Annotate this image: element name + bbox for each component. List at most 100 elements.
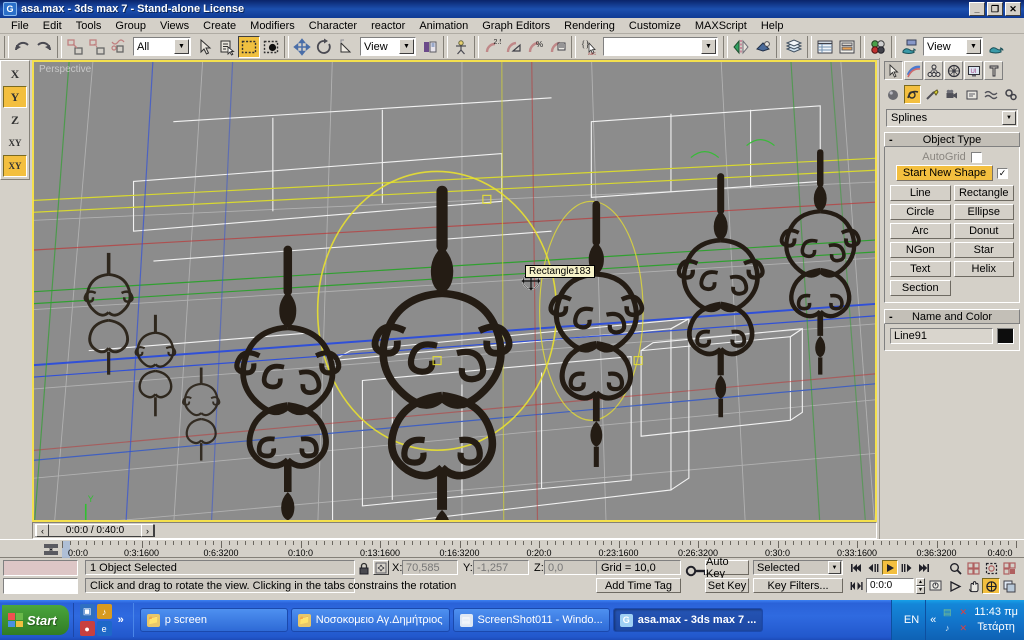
autogrid-checkbox[interactable] [970, 151, 982, 163]
previous-frame-button[interactable] [865, 560, 881, 575]
chevron-down-icon[interactable]: ▼ [828, 561, 841, 574]
chevron-down-icon[interactable]: ▼ [174, 39, 189, 54]
language-indicator[interactable]: EN [898, 600, 927, 640]
media-player-icon[interactable]: ♪ [96, 604, 112, 619]
angle-snap-toggle-button[interactable] [503, 35, 525, 58]
collapse-icon[interactable]: - [889, 311, 893, 323]
hierarchy-tab[interactable] [924, 61, 943, 80]
select-and-scale-button[interactable] [335, 35, 357, 58]
taskbar-item[interactable]: 📁 Νοσοκομειο Αγ.Δημήτριος [290, 608, 450, 632]
selection-filter-combo[interactable]: All ▼ [133, 37, 191, 56]
menu-item-customize[interactable]: Customize [622, 19, 688, 33]
named-selection-set-combo[interactable]: ▼ [603, 37, 718, 56]
time-slider[interactable]: ‹ 0:0:0 / 0:40:0 › [32, 522, 877, 539]
object-type-rectangle-button[interactable]: Rectangle [953, 185, 1014, 201]
current-time-field[interactable]: 0:0:0 [866, 578, 914, 593]
named-selection-sets-button[interactable]: {} ABC [578, 35, 600, 58]
spinner-snap-toggle-button[interactable] [547, 35, 569, 58]
material-editor-button[interactable] [867, 35, 889, 58]
start-new-shape-checkbox[interactable]: ✓ [997, 167, 1009, 179]
menu-item-reactor[interactable]: reactor [364, 19, 412, 33]
menu-item-file[interactable]: File [4, 19, 36, 33]
object-type-ellipse-button[interactable]: Ellipse [953, 204, 1014, 220]
shapes-category[interactable] [903, 85, 922, 104]
menu-item-rendering[interactable]: Rendering [557, 19, 622, 33]
coord-x[interactable]: X: 70,585 [392, 560, 458, 575]
taskbar-clock[interactable]: 11:43 πμ Τετάρτη [974, 605, 1018, 635]
zoom-extents-button[interactable] [982, 560, 1000, 576]
browser-icon[interactable]: e [96, 621, 112, 636]
menu-item-create[interactable]: Create [196, 19, 243, 33]
motion-tab[interactable] [944, 61, 963, 80]
set-key-button[interactable]: Set Key [705, 578, 749, 593]
select-and-link-button[interactable] [64, 35, 86, 58]
select-object-button[interactable] [194, 35, 216, 58]
select-and-rotate-button[interactable] [313, 35, 335, 58]
reference-coordinate-system-combo[interactable]: View ▼ [360, 37, 416, 56]
menu-item-group[interactable]: Group [108, 19, 153, 33]
taskbar-item[interactable]: Gasa.max - 3ds max 7 ... [612, 608, 764, 632]
name-and-color-rollout-header[interactable]: - Name and Color [884, 309, 1020, 324]
object-type-helix-button[interactable]: Helix [953, 261, 1014, 277]
close-button[interactable]: ✕ [1005, 2, 1021, 16]
mirror-button[interactable] [730, 35, 752, 58]
menu-item-help[interactable]: Help [754, 19, 791, 33]
key-filters-button[interactable]: Key Filters... [753, 578, 843, 593]
chevron-down-icon[interactable]: ▼ [966, 39, 981, 54]
object-type-text-button[interactable]: Text [890, 261, 951, 277]
start-button[interactable]: Start [2, 605, 69, 635]
next-frame-button[interactable] [899, 560, 915, 575]
create-tab[interactable] [884, 61, 903, 80]
axis-constraint-z-2[interactable]: Z [3, 109, 27, 131]
volume-icon[interactable]: ♪ [940, 621, 954, 635]
coord-x-field[interactable]: 70,585 [402, 560, 458, 575]
collapse-icon[interactable]: - [889, 134, 893, 146]
volume-muted-icon[interactable]: ✕ [956, 621, 970, 635]
tray-expand-icon[interactable]: « [930, 614, 936, 626]
snap-toggle-button[interactable]: 2.5 [481, 35, 503, 58]
next-frame-arrow[interactable]: › [141, 524, 154, 537]
open-mini-curve-editor-button[interactable] [42, 542, 60, 557]
cameras-category[interactable] [943, 85, 961, 104]
zoom-all-button[interactable] [964, 560, 982, 576]
bind-to-space-warp-button[interactable] [108, 35, 130, 58]
object-type-donut-button[interactable]: Donut [953, 223, 1014, 239]
start-new-shape-button[interactable]: Start New Shape [895, 165, 994, 181]
absolute-relative-toggle[interactable] [373, 560, 389, 575]
curve-editor-button[interactable] [814, 35, 836, 58]
prev-frame-arrow[interactable]: ‹ [36, 524, 49, 537]
taskbar-item[interactable]: 📁 p screen [139, 608, 288, 632]
show-desktop-icon[interactable]: ▣ [79, 604, 95, 619]
restore-button[interactable]: ❐ [987, 2, 1003, 16]
time-spinner[interactable]: ▲ ▼ [916, 578, 925, 594]
menu-item-graph-editors[interactable]: Graph Editors [475, 19, 557, 33]
redo-button[interactable] [33, 35, 55, 58]
menu-item-modifiers[interactable]: Modifiers [243, 19, 302, 33]
messenger-icon[interactable]: ● [79, 621, 95, 636]
systems-category[interactable] [1002, 85, 1021, 104]
menu-item-character[interactable]: Character [302, 19, 364, 33]
quick-render-button[interactable] [986, 35, 1008, 58]
shape-subcategory-combo[interactable]: Splines ▼ [886, 109, 1018, 127]
coord-z-field[interactable]: 0,0 [544, 560, 600, 575]
layer-manager-button[interactable] [783, 35, 805, 58]
undo-button[interactable] [11, 35, 33, 58]
network-disconnected-icon[interactable]: ✕ [956, 605, 970, 619]
perspective-viewport[interactable]: Y X Perspective [32, 60, 877, 522]
space-warps-category[interactable] [982, 85, 1001, 104]
padlock-icon[interactable] [357, 561, 371, 575]
viewport-label[interactable]: Perspective [39, 64, 91, 75]
object-type-section-button[interactable]: Section [890, 280, 951, 296]
maxscript-mini-listener[interactable] [3, 560, 78, 576]
object-type-ngon-button[interactable]: NGon [890, 242, 951, 258]
auto-key-button[interactable]: Auto Key [705, 556, 749, 580]
object-type-star-button[interactable]: Star [953, 242, 1014, 258]
network-icon[interactable]: ▤ [940, 605, 954, 619]
helpers-category[interactable] [962, 85, 981, 104]
object-name-input[interactable]: Line91 [890, 328, 993, 344]
schematic-view-button[interactable] [836, 35, 858, 58]
zoom-region-button[interactable] [1000, 560, 1018, 576]
track-bar-ruler[interactable]: 0:0:0 0:3:1600 0:6:3200 0:10:0 0:13:1600 0:16… [62, 540, 1017, 559]
time-slider-track[interactable]: ‹ 0:0:0 / 0:40:0 › [32, 522, 877, 539]
taskbar-item[interactable]: ▤ ScreenShot011 - Windo... [452, 608, 610, 632]
